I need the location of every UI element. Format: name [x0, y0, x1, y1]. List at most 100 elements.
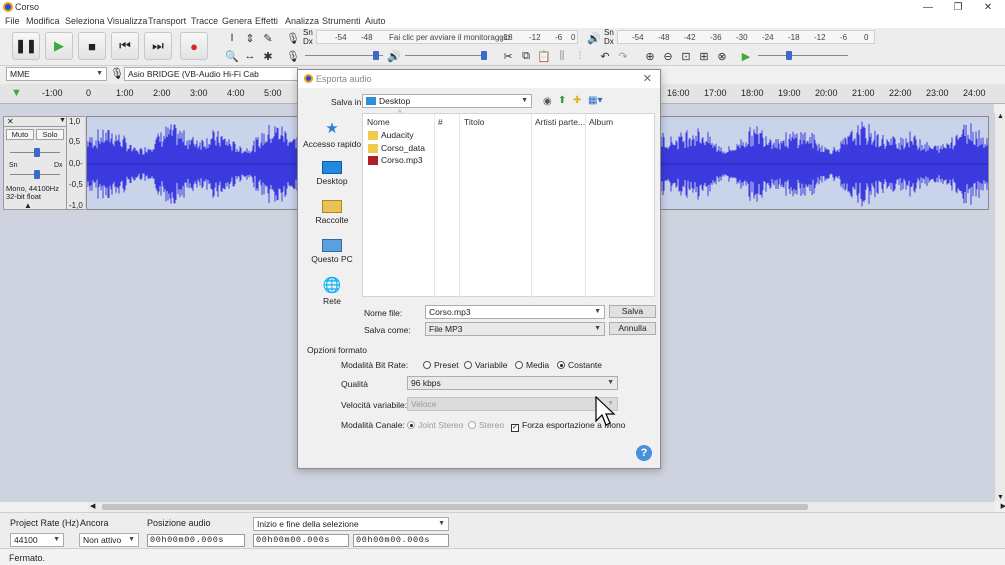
- menu-aiuto[interactable]: Aiuto: [365, 16, 386, 26]
- audio-host-select[interactable]: MME ▼: [6, 67, 107, 81]
- radio-stereo[interactable]: Stereo: [468, 420, 504, 430]
- track-menu-icon[interactable]: ▼: [59, 117, 66, 124]
- selection-start-field[interactable]: 00h00m00.000s: [253, 534, 349, 547]
- record-button[interactable]: ●: [180, 32, 208, 60]
- new-folder-icon[interactable]: ✚: [573, 95, 581, 106]
- dialog-close-icon[interactable]: ✕: [643, 72, 652, 85]
- cut-icon[interactable]: ✂: [500, 48, 516, 64]
- menu-transport[interactable]: Transport: [148, 16, 186, 26]
- menu-effetti[interactable]: Effetti: [255, 16, 278, 26]
- pause-button[interactable]: ❚❚: [12, 32, 40, 60]
- list-item[interactable]: Corso.mp3: [368, 155, 423, 166]
- selection-tool-icon[interactable]: I: [224, 30, 240, 46]
- timeshift-tool-icon[interactable]: ↔: [242, 48, 258, 64]
- place-network[interactable]: 🌐 Rete: [302, 278, 362, 307]
- place-libraries[interactable]: Raccolte: [302, 200, 362, 225]
- column-number[interactable]: #: [438, 117, 443, 127]
- horizontal-scrollbar[interactable]: ◀ ▶: [88, 502, 1005, 512]
- record-meter[interactable]: -54 -48 Fai clic per avviare il monitora…: [316, 30, 578, 44]
- variable-speed-select[interactable]: Veloce ▼: [407, 397, 618, 411]
- maximize-button[interactable]: ❐: [943, 0, 973, 15]
- cancel-button[interactable]: Annulla: [609, 322, 656, 335]
- trim-icon[interactable]: ⫼: [554, 48, 570, 64]
- skip-start-button[interactable]: ⏮: [111, 32, 139, 60]
- zoom-out-icon[interactable]: ⊖: [660, 48, 676, 64]
- timeline-play-icon[interactable]: ▼: [11, 87, 22, 99]
- save-in-select[interactable]: Desktop ▼: [362, 94, 532, 108]
- undo-icon[interactable]: ↶: [597, 48, 613, 64]
- envelope-tool-icon[interactable]: ⇕: [242, 30, 258, 46]
- vertical-scrollbar[interactable]: ▲ ▼: [994, 113, 1005, 501]
- column-album[interactable]: Album: [589, 117, 613, 127]
- pan-slider[interactable]: [10, 169, 60, 181]
- list-item[interactable]: Audacity: [368, 130, 414, 141]
- menu-visualizza[interactable]: Visualizza: [107, 16, 147, 26]
- close-window-button[interactable]: ✕: [973, 0, 1003, 15]
- radio-variable[interactable]: Variabile: [464, 360, 507, 370]
- play-at-speed-icon[interactable]: ▶: [738, 48, 754, 64]
- close-track-icon[interactable]: ✕: [7, 117, 14, 126]
- menu-genera[interactable]: Genera: [222, 16, 252, 26]
- microphone-icon[interactable]: 🎙: [285, 30, 301, 46]
- paste-icon[interactable]: 📋: [536, 48, 552, 64]
- view-menu-icon[interactable]: ▦▾: [588, 95, 602, 106]
- menu-tracce[interactable]: Tracce: [191, 16, 218, 26]
- snap-select[interactable]: Non attivo ▼: [79, 533, 139, 547]
- radio-joint-stereo[interactable]: Joint Stereo: [407, 420, 463, 430]
- audio-position-field[interactable]: 00h00m00.000s: [147, 534, 245, 547]
- collapse-track-icon[interactable]: ▲: [24, 201, 32, 210]
- play-meter[interactable]: -54 -48 -42 -36 -30 -24 -18 -12 -6 0: [617, 30, 875, 44]
- menu-seleziona[interactable]: Seleziona: [65, 16, 105, 26]
- menu-analizza[interactable]: Analizza: [285, 16, 319, 26]
- stop-button[interactable]: ■: [78, 32, 106, 60]
- zoom-in-icon[interactable]: ⊕: [642, 48, 658, 64]
- menu-modifica[interactable]: Modifica: [26, 16, 60, 26]
- up-folder-icon[interactable]: ⬆: [558, 95, 566, 106]
- fit-selection-icon[interactable]: ⊡: [678, 48, 694, 64]
- input-device-select[interactable]: Asio BRIDGE (VB-Audio Hi-Fi Cab: [124, 67, 298, 81]
- draw-tool-icon[interactable]: ✎: [260, 30, 276, 46]
- menu-file[interactable]: File: [5, 16, 20, 26]
- redo-icon[interactable]: ↷: [615, 48, 631, 64]
- input-volume-slider[interactable]: [305, 50, 383, 62]
- play-meter-channel-top: Sn: [604, 28, 614, 37]
- radio-constant[interactable]: Costante: [557, 360, 602, 370]
- skip-end-button[interactable]: ⏭: [144, 32, 172, 60]
- back-icon[interactable]: ◉: [543, 96, 552, 107]
- mute-button[interactable]: Muto: [6, 129, 34, 140]
- selection-mode-select[interactable]: Inizio e fine della selezione ▼: [253, 517, 449, 531]
- menu-strumenti[interactable]: Strumenti: [322, 16, 361, 26]
- solo-button[interactable]: Solo: [36, 129, 64, 140]
- minimize-button[interactable]: —: [913, 0, 943, 15]
- play-button[interactable]: ▶: [45, 32, 73, 60]
- silence-icon[interactable]: ⫶: [572, 48, 588, 64]
- project-rate-select[interactable]: 44100 ▼: [10, 533, 64, 547]
- play-speed-slider[interactable]: [758, 50, 848, 62]
- horizontal-scroll-thumb[interactable]: [102, 504, 808, 510]
- file-name-input[interactable]: Corso.mp3 ▼: [425, 305, 605, 319]
- radio-average[interactable]: Media: [515, 360, 549, 370]
- copy-icon[interactable]: ⧉: [518, 48, 534, 64]
- selection-end-field[interactable]: 00h00m00.000s: [353, 534, 449, 547]
- save-button[interactable]: Salva: [609, 305, 656, 318]
- quality-select[interactable]: 96 kbps ▼: [407, 376, 618, 390]
- list-item[interactable]: Corso_data: [368, 143, 425, 154]
- place-quick-access[interactable]: ★ Accesso rapido: [302, 121, 362, 150]
- radio-preset[interactable]: Preset: [423, 360, 459, 370]
- column-artists[interactable]: Artisti parte...: [535, 117, 585, 127]
- save-as-select[interactable]: File MP3 ▼: [425, 322, 605, 336]
- column-name[interactable]: Nome: [367, 117, 390, 127]
- speaker-icon[interactable]: 🔊: [586, 30, 602, 46]
- place-this-pc[interactable]: Questo PC: [302, 239, 362, 264]
- output-volume-slider[interactable]: [405, 50, 487, 62]
- fit-project-icon[interactable]: ⊞: [696, 48, 712, 64]
- multi-tool-icon[interactable]: ✱: [260, 48, 276, 64]
- place-desktop[interactable]: Desktop: [302, 161, 362, 186]
- help-button[interactable]: ?: [636, 445, 652, 461]
- zoom-toggle-icon[interactable]: ⊗: [714, 48, 730, 64]
- file-list[interactable]: Nome ^ # Titolo Artisti parte... Album A…: [362, 110, 655, 298]
- desktop-folder-icon: [366, 97, 376, 105]
- gain-slider[interactable]: [10, 147, 60, 159]
- column-title[interactable]: Titolo: [464, 117, 484, 127]
- zoom-tool-icon[interactable]: 🔍: [224, 48, 240, 64]
